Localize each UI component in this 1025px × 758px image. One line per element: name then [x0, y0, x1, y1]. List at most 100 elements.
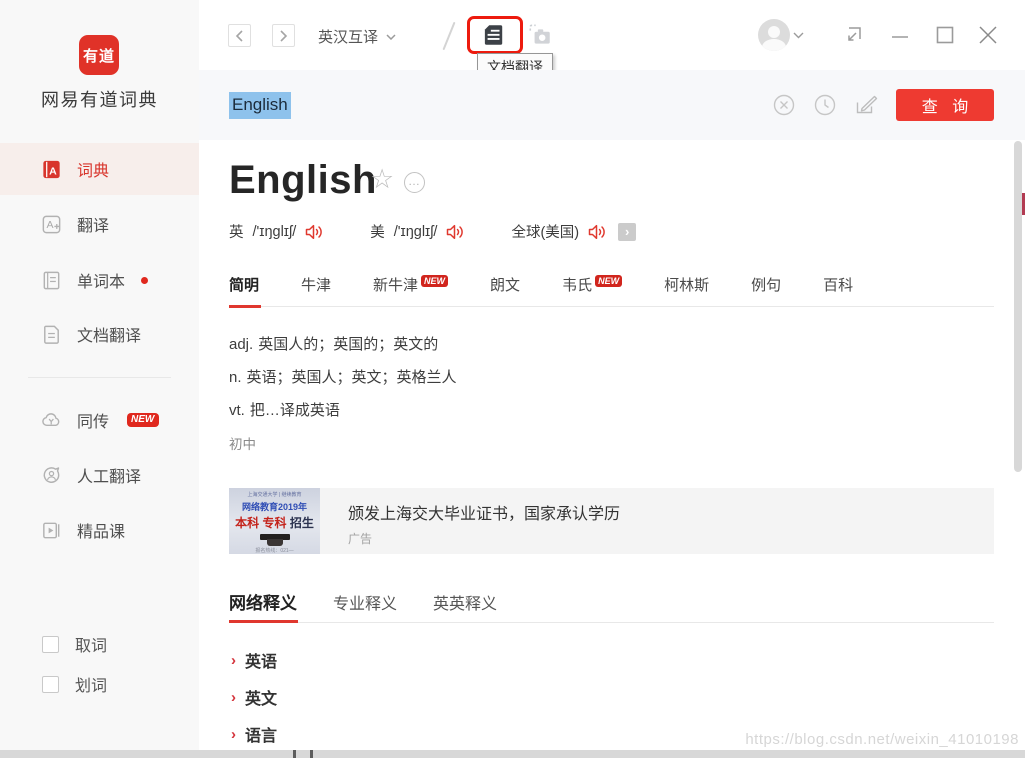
pron-us-label: 美	[370, 221, 385, 242]
graduation-cap-image	[260, 534, 290, 540]
language-mode-dropdown[interactable]: 英汉互译	[318, 26, 396, 47]
mini-window-icon	[844, 25, 864, 45]
definition-text: 把…译成英语	[250, 402, 340, 419]
sidebar-item-dictionary[interactable]: A 词典	[0, 143, 199, 195]
tab-professional-definitions[interactable]: 专业释义	[333, 590, 397, 614]
tabs-underline	[229, 306, 994, 307]
sidebar-item-premium-course[interactable]: 精品课	[0, 504, 199, 556]
web-definition-item[interactable]: › 英文	[231, 685, 277, 709]
mini-mode-button[interactable]	[841, 22, 867, 48]
capture-word-toggle[interactable]: 取词	[0, 630, 199, 658]
definition-text: 英语；英国人；英文；英格兰人	[247, 369, 457, 386]
chevron-right-icon	[279, 30, 288, 42]
sidebar-item-doc-translate[interactable]: 文档翻译	[0, 308, 199, 360]
tab-longman[interactable]: 朗文	[490, 274, 520, 295]
maximize-button[interactable]	[932, 22, 958, 48]
minimize-button[interactable]	[887, 22, 913, 48]
speaker-icon[interactable]	[446, 224, 465, 240]
person-chat-icon	[40, 464, 63, 487]
avatar[interactable]	[758, 19, 790, 51]
tab-web-definitions[interactable]: 网络释义	[229, 589, 297, 614]
favorite-star-icon[interactable]: ☆	[370, 166, 394, 193]
forward-button[interactable]	[272, 24, 295, 47]
headword: English	[229, 158, 377, 203]
ad-label: 广告	[348, 530, 372, 547]
app-name: 网易有道词典	[0, 86, 199, 112]
ad-thumbnail: 上海交通大学 | 继续教育 网络教育2019年 本科 专科 招生 报名热线：02…	[229, 488, 320, 554]
screenshot-button[interactable]	[527, 22, 553, 48]
maximize-icon	[935, 25, 955, 45]
chevron-left-icon	[235, 30, 244, 42]
close-button[interactable]	[975, 22, 1001, 48]
part-of-speech: adj.	[229, 336, 253, 353]
sidebar-item-simultaneous[interactable]: 同传 NEW	[0, 394, 199, 446]
history-button[interactable]	[814, 94, 836, 116]
svg-text:A: A	[49, 165, 57, 177]
sidebar-item-translate[interactable]: A 翻译	[0, 198, 199, 250]
ad-thumb-line1: 网络教育2019年	[242, 500, 307, 513]
web-definition-item[interactable]: › 英语	[231, 648, 277, 672]
definition-row: adj. 英国人的；英国的；英文的	[229, 333, 438, 354]
scrollbar-thumb[interactable]	[1014, 141, 1022, 472]
definition-text: 英国人的；英国的；英文的	[258, 336, 438, 353]
pron-global: 全球(美国) ›	[511, 221, 636, 242]
tab-baike[interactable]: 百科	[823, 274, 853, 295]
tab-new-oxford[interactable]: 新牛津NEW	[373, 274, 448, 295]
chevron-right-icon: ›	[231, 653, 236, 668]
clipped-content-mark	[293, 750, 296, 758]
web-definition-tabs: 网络释义 专业释义 英英释义	[229, 589, 497, 614]
web-definition-item[interactable]: › 语言	[231, 722, 277, 746]
tab-oxford[interactable]: 牛津	[301, 274, 331, 295]
sidebar-item-label: 人工翻译	[77, 463, 141, 487]
language-mode-label: 英汉互译	[318, 26, 378, 47]
pron-uk: 英 /'ɪŋglɪʃ/	[229, 221, 324, 242]
topbar: 英汉互译 文档翻译	[199, 0, 1025, 70]
pron-us: 美 /'ɪŋglɪʃ/	[370, 221, 465, 242]
sidebar-item-label: 同传	[77, 408, 109, 432]
account-chevron-icon[interactable]	[793, 32, 804, 39]
translate-icon: A	[40, 213, 63, 236]
svg-text:A: A	[47, 218, 54, 230]
dictionary-tabs: 简明 牛津 新牛津NEW 朗文 韦氏NEW 柯林斯 例句 百科	[229, 274, 853, 295]
definition-row: vt.把…译成英语	[229, 399, 340, 420]
ad-title[interactable]: 颁发上海交大毕业证书，国家承认学历	[348, 500, 620, 524]
chevron-down-icon	[386, 34, 396, 40]
search-button[interactable]: 查 询	[896, 89, 994, 121]
clear-search-button[interactable]	[773, 94, 795, 116]
sidebar-item-label: 词典	[77, 157, 109, 181]
close-icon	[977, 24, 999, 46]
highlight-word-checkbox[interactable]	[42, 676, 59, 693]
speaker-icon[interactable]	[305, 224, 324, 240]
handwriting-button[interactable]	[855, 94, 877, 116]
web-item-label: 语言	[245, 722, 277, 746]
minimize-icon	[890, 25, 910, 45]
pronunciation-row: 英 /'ɪŋglɪʃ/ 美 /'ɪŋglɪʃ/ 全球(美国) ›	[229, 221, 636, 242]
new-badge: NEW	[421, 275, 448, 287]
pron-uk-label: 英	[229, 221, 244, 242]
ad-thumb-phone: 报名热线：021—	[255, 547, 293, 554]
tab-concise[interactable]: 简明	[229, 274, 259, 295]
chevron-right-icon: ›	[231, 690, 236, 705]
back-button[interactable]	[228, 24, 251, 47]
capture-word-checkbox[interactable]	[42, 636, 59, 653]
tab-collins[interactable]: 柯林斯	[664, 274, 709, 295]
speaker-icon[interactable]	[588, 224, 607, 240]
tab-examples[interactable]: 例句	[751, 274, 781, 295]
definition-row: n. 英语；英国人；英文；英格兰人	[229, 366, 457, 387]
chevron-right-icon: ›	[231, 727, 236, 742]
expand-pron-button[interactable]: ›	[618, 223, 636, 241]
ad-banner[interactable]: 上海交通大学 | 继续教育 网络教育2019年 本科 专科 招生 报名热线：02…	[229, 488, 994, 554]
active-web-tab-indicator	[229, 620, 298, 623]
camera-icon	[527, 22, 553, 48]
sidebar-item-human-translate[interactable]: 人工翻译	[0, 449, 199, 501]
part-of-speech: n.	[229, 369, 242, 386]
highlight-word-toggle[interactable]: 划词	[0, 670, 199, 698]
tab-english-definitions[interactable]: 英英释义	[433, 590, 497, 614]
toolbar-separator	[442, 22, 455, 51]
sidebar: 有道 网易有道词典 A 词典 A 翻译 单词本 文档翻译 同传 NEW	[0, 0, 199, 750]
search-input[interactable]: English	[229, 92, 291, 119]
sidebar-item-wordbook[interactable]: 单词本	[0, 254, 199, 306]
more-options-icon[interactable]: …	[404, 172, 425, 193]
tab-webster[interactable]: 韦氏NEW	[562, 274, 622, 295]
sidebar-item-label: 单词本	[77, 268, 125, 292]
